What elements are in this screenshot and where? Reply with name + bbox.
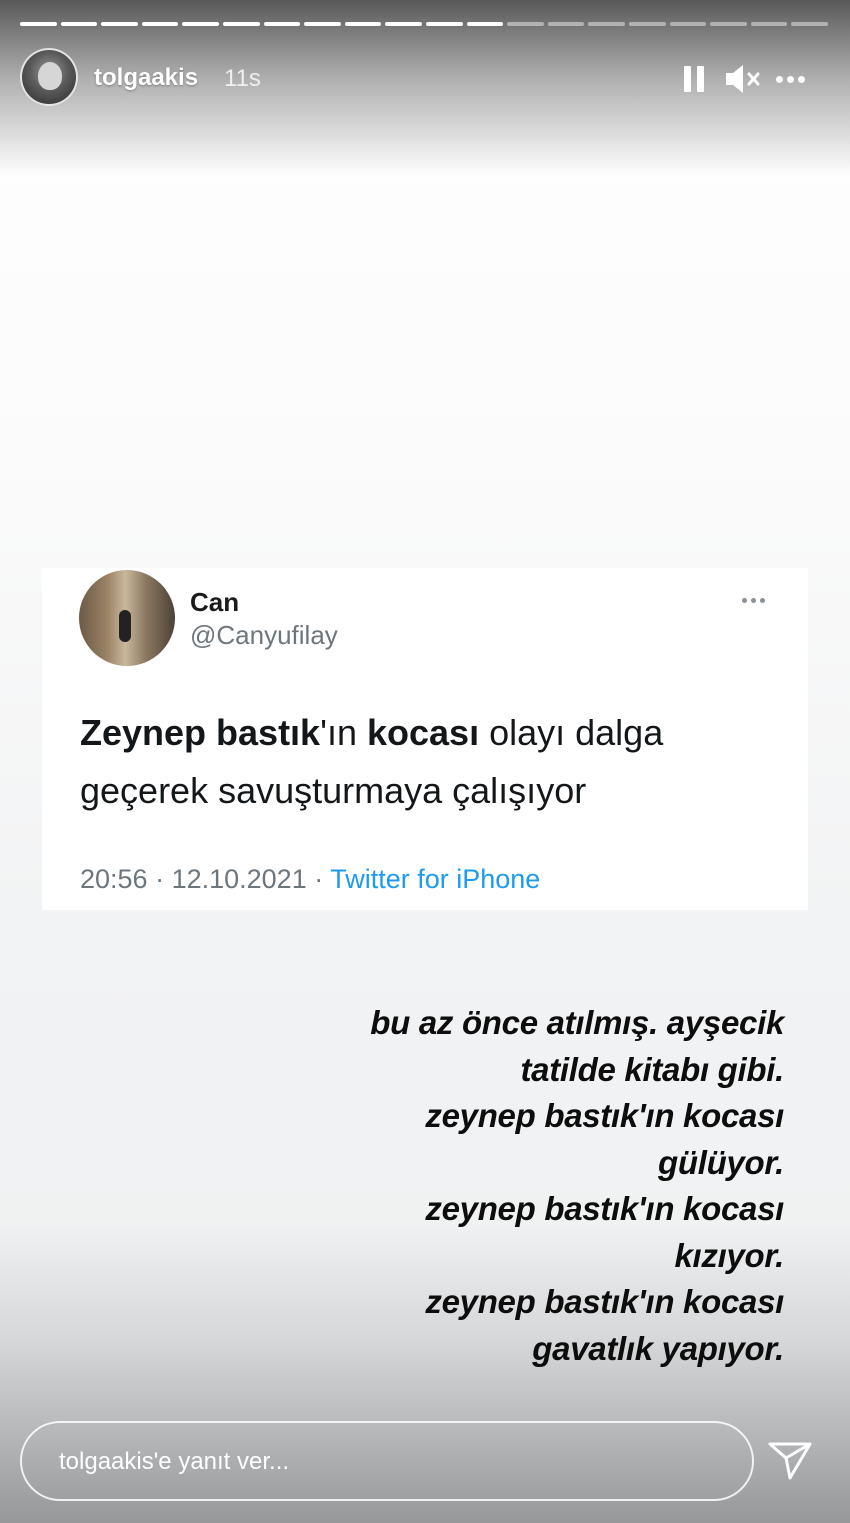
progress-segment xyxy=(750,22,788,26)
reply-input[interactable]: tolgaakis'e yanıt ver... xyxy=(20,1421,754,1501)
story-timestamp: 11s xyxy=(224,65,261,92)
progress-segment xyxy=(466,22,504,26)
progress-segment xyxy=(101,22,138,26)
caption-line: bu az önce atılmış. ayşecik xyxy=(370,1004,784,1041)
tweet-author-handle: @Canyufilay xyxy=(190,620,338,650)
caption-line: gülüyor. xyxy=(658,1143,784,1181)
caption-line: zeynep bastık'ın kocası xyxy=(425,1283,784,1320)
tweet-more-icon xyxy=(740,592,770,608)
story-username[interactable]: tolgaakis xyxy=(94,64,198,92)
progress-segment xyxy=(20,22,57,26)
caption-line: kızıyor. xyxy=(674,1236,785,1274)
tweet-meta-separator: · xyxy=(306,864,331,894)
tweet-meta-separator: · xyxy=(147,864,172,894)
progress-segment xyxy=(60,22,98,26)
pause-icon[interactable] xyxy=(684,62,706,96)
caption-line: zeynep bastık'ın kocası xyxy=(425,1190,784,1227)
mute-icon[interactable] xyxy=(724,62,764,96)
progress-segment xyxy=(507,22,544,26)
tweet-date: 12.10.2021 xyxy=(171,864,307,894)
progress-segment xyxy=(222,22,260,26)
progress-segment xyxy=(304,22,341,26)
tweet-text: Zeynep bastık'ın kocası olayı dalga geçe… xyxy=(80,704,780,820)
progress-segment xyxy=(263,22,301,26)
tweet-source: Twitter for iPhone xyxy=(330,864,541,894)
progress-segment xyxy=(547,22,585,26)
progress-segment xyxy=(628,22,666,26)
caption-line: gavatlık yapıyor. xyxy=(532,1329,784,1367)
send-icon[interactable] xyxy=(766,1436,814,1484)
progress-segment xyxy=(385,22,422,26)
more-icon[interactable] xyxy=(774,62,808,96)
progress-segment xyxy=(141,22,179,26)
progress-segment xyxy=(588,22,625,26)
tweet-author-avatar xyxy=(79,570,175,666)
tweet-card: Can @Canyufilay Zeynep bastık'ın kocası … xyxy=(42,568,808,910)
progress-segment xyxy=(710,22,747,26)
tweet-text-bold-1: Zeynep bastık xyxy=(80,712,321,753)
story-progress-bar xyxy=(20,22,828,26)
progress-segment xyxy=(425,22,463,26)
progress-segment xyxy=(182,22,219,26)
tweet-time: 20:56 xyxy=(80,864,148,894)
tweet-text-bold-2: kocası xyxy=(367,712,480,753)
tweet-text-part-2: 'ın xyxy=(320,712,367,753)
caption-line: zeynep bastık'ın kocası xyxy=(425,1097,784,1134)
story-caption: bu az önce atılmış. ayşecik tatilde kita… xyxy=(284,1000,784,1372)
progress-segment xyxy=(791,22,828,26)
tweet-author-name: Can xyxy=(190,587,240,617)
reply-placeholder: tolgaakis'e yanıt ver... xyxy=(59,1448,290,1475)
progress-segment xyxy=(669,22,707,26)
progress-segment xyxy=(344,22,382,26)
caption-line: tatilde kitabı gibi. xyxy=(520,1050,784,1088)
tweet-meta: 20:56 · 12.10.2021 · Twitter for iPhone xyxy=(80,864,540,895)
avatar[interactable] xyxy=(20,48,78,106)
story-header: tolgaakis 11s xyxy=(20,48,830,108)
story-view[interactable]: tolgaakis 11s Can @Canyufilay Zeynep bas… xyxy=(0,0,850,1523)
